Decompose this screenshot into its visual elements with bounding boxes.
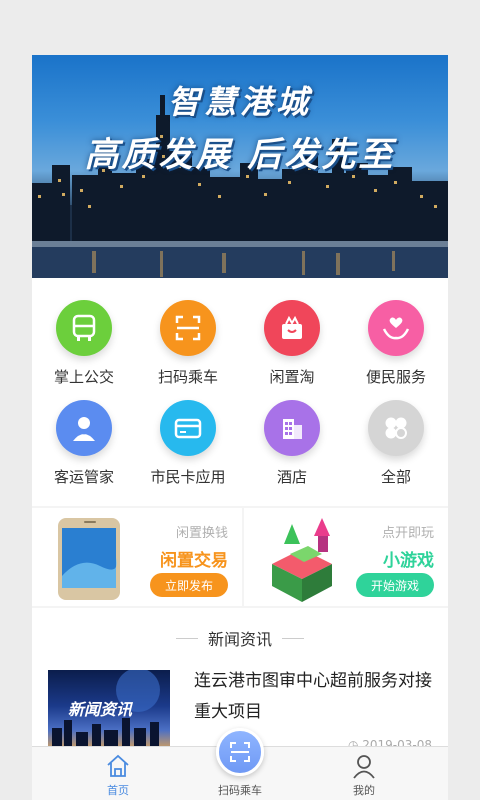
service-label: 闲置淘	[269, 368, 315, 386]
divider	[282, 637, 304, 639]
news-heading: 新闻资讯	[207, 630, 272, 649]
promo-subtitle: 闲置换钱	[175, 526, 228, 541]
card-icon	[160, 400, 216, 456]
home-icon	[107, 754, 129, 777]
heart-hands-icon	[368, 300, 424, 356]
divider	[175, 637, 198, 639]
service-steward[interactable]: 客运管家	[32, 400, 136, 500]
promo-idle-trade[interactable]: 闲置换钱 闲置交易 立即发布	[32, 508, 242, 606]
service-label: 全部	[380, 468, 411, 486]
tab-label: 首页	[107, 784, 129, 797]
news-thumbnail-text: 新闻资讯	[68, 700, 133, 719]
promo-title: 小游戏	[383, 551, 434, 571]
gift-box-icon	[264, 300, 320, 356]
app-screen: 智慧港城 高质发展 后发先至 掌上公交 扫码乘车 闲置淘 便民服务 客运管家 市…	[32, 55, 448, 800]
promo-subtitle: 点开即玩	[381, 526, 434, 541]
phone-image	[58, 518, 120, 600]
promo-title: 闲置交易	[160, 551, 228, 571]
service-label: 扫码乘车	[157, 368, 218, 386]
game-blocks-image	[272, 518, 332, 602]
service-label: 酒店	[276, 468, 307, 486]
service-scan-ride[interactable]: 扫码乘车	[136, 300, 240, 400]
tab-mine[interactable]: 我的	[312, 747, 416, 800]
service-idle-market[interactable]: 闲置淘	[240, 300, 344, 400]
publish-now-button[interactable]: 立即发布	[150, 573, 228, 597]
tab-label: 扫码乘车	[218, 784, 262, 797]
hotel-icon	[264, 400, 320, 456]
service-bus[interactable]: 掌上公交	[32, 300, 136, 400]
service-label: 便民服务	[365, 368, 426, 386]
banner-title: 智慧港城	[167, 83, 312, 121]
service-citizen-card[interactable]: 市民卡应用	[136, 400, 240, 500]
scan-ride-icon	[160, 300, 216, 356]
steward-icon	[56, 400, 112, 456]
tab-home[interactable]: 首页	[66, 747, 170, 800]
service-convenience[interactable]: 便民服务	[344, 300, 448, 400]
service-label: 客运管家	[53, 468, 114, 486]
user-icon	[353, 755, 375, 779]
all-apps-icon	[368, 400, 424, 456]
service-all[interactable]: 全部	[344, 400, 448, 500]
bus-icon	[56, 300, 112, 356]
service-grid: 掌上公交 扫码乘车 闲置淘 便民服务 客运管家 市民卡应用 酒店 全部	[32, 278, 448, 506]
service-label: 掌上公交	[53, 368, 114, 386]
start-game-button[interactable]: 开始游戏	[356, 573, 434, 597]
news-thumbnail: 新闻资讯	[48, 670, 170, 750]
scan-button[interactable]	[216, 728, 264, 776]
tab-label: 我的	[353, 784, 375, 797]
banner-slogan: 高质发展 后发先至	[84, 135, 396, 175]
news-title: 连云港市图审中心超前服务对接重大项目	[194, 671, 432, 722]
service-label: 市民卡应用	[150, 468, 226, 486]
service-hotel[interactable]: 酒店	[240, 400, 344, 500]
promo-mini-game[interactable]: 点开即玩 小游戏 开始游戏	[244, 508, 448, 606]
hero-banner[interactable]: 智慧港城 高质发展 后发先至	[32, 55, 448, 278]
scan-icon	[230, 742, 250, 762]
news-header: 新闻资讯	[32, 626, 448, 650]
